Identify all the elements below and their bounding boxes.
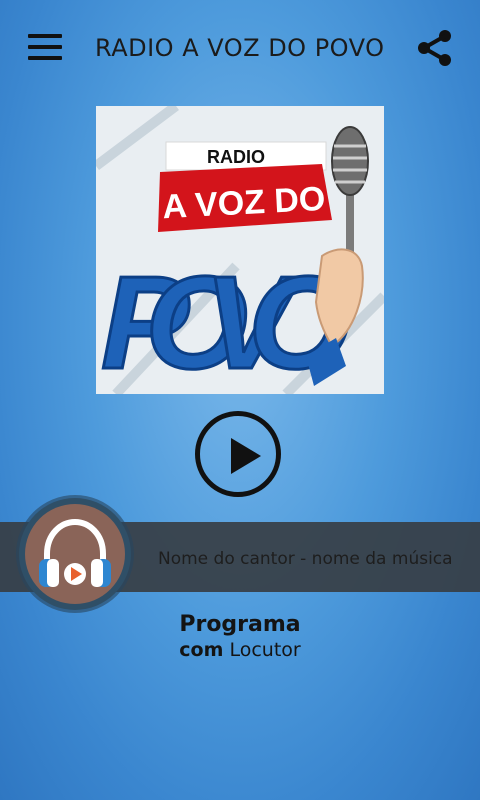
headphones-icon [39, 518, 111, 587]
hamburger-menu-icon[interactable] [28, 34, 62, 60]
program-host-name: Locutor [229, 639, 301, 661]
now-playing-text: Nome do cantor - nome da música [158, 549, 453, 569]
top-app-bar: RADIO A VOZ DO POVO [0, 0, 480, 96]
headphones-avatar [25, 504, 125, 604]
program-host-prefix: com [179, 639, 224, 661]
program-title: Programa [179, 612, 301, 637]
play-icon [231, 438, 261, 474]
program-host: com Locutor [0, 639, 480, 661]
logo-radio-text: RADIO [207, 147, 265, 167]
program-info: Programa com Locutor [0, 612, 480, 661]
share-icon[interactable] [416, 28, 454, 68]
app-title: RADIO A VOZ DO POVO [95, 34, 385, 62]
play-button[interactable] [195, 411, 281, 497]
station-logo: RADIO A VOZ DO POVO [96, 106, 384, 394]
